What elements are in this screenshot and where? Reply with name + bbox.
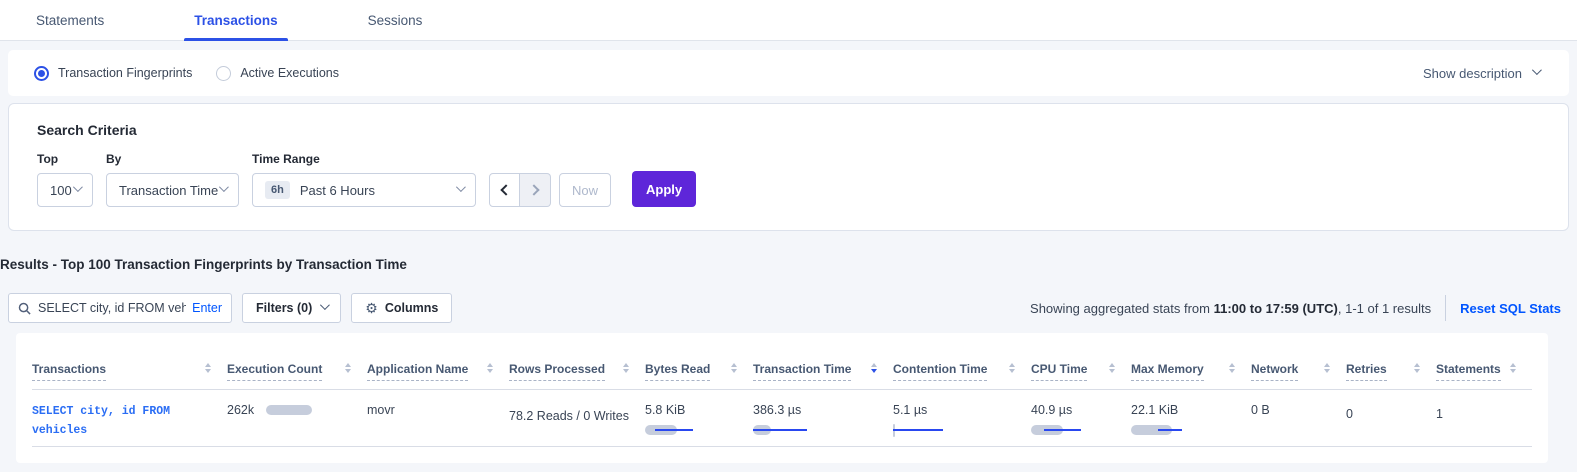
view-toggle-card: Transaction Fingerprints Active Executio…: [8, 50, 1569, 96]
results-title: Results - Top 100 Transaction Fingerprin…: [0, 257, 1577, 272]
sort-icon[interactable]: [1109, 363, 1115, 373]
search-criteria-card: Search Criteria Top 100 By Transaction T…: [8, 103, 1569, 231]
cell-statements: 1: [1436, 403, 1532, 421]
by-field: By Transaction Time: [106, 152, 239, 207]
table-header-row: Transactions Execution Count Application…: [32, 333, 1532, 390]
time-range-select[interactable]: 6h Past 6 Hours: [252, 173, 476, 207]
column-header-transaction-time: Transaction Time: [753, 362, 893, 389]
sort-icon[interactable]: [731, 363, 737, 373]
chevron-down-icon: [320, 300, 330, 310]
cpu-time-bar: [1031, 424, 1115, 436]
chevron-down-icon: [456, 182, 466, 192]
sort-icon[interactable]: [205, 363, 211, 373]
columns-label: Columns: [385, 301, 438, 315]
search-input[interactable]: [38, 301, 186, 315]
gear-icon: ⚙: [365, 300, 378, 317]
tab-sessions[interactable]: Sessions: [358, 0, 433, 40]
column-header-transactions: Transactions: [32, 362, 227, 389]
column-header-contention-time: Contention Time: [893, 362, 1031, 389]
previous-time-button[interactable]: [489, 173, 520, 207]
column-header-bytes-read: Bytes Read: [645, 362, 753, 389]
top-select[interactable]: 100: [37, 173, 93, 207]
tab-transactions[interactable]: Transactions: [184, 0, 287, 40]
radio-active-executions[interactable]: Active Executions: [216, 66, 339, 81]
column-header-retries: Retries: [1346, 362, 1436, 389]
tab-statements[interactable]: Statements: [26, 0, 114, 40]
column-header-network: Network: [1251, 362, 1346, 389]
filters-button[interactable]: Filters (0): [242, 293, 341, 323]
sort-icon[interactable]: [487, 363, 493, 373]
transaction-fingerprint-link[interactable]: SELECT city, id FROM vehicles: [32, 405, 170, 437]
time-range-value: Past 6 Hours: [300, 183, 375, 198]
time-step-buttons: [489, 173, 551, 207]
bytes-read-bar: [645, 424, 737, 436]
aggregated-stats-note: Showing aggregated stats from 11:00 to 1…: [1030, 301, 1431, 316]
transaction-time-bar: [753, 424, 877, 436]
column-header-rows-processed: Rows Processed: [509, 362, 645, 389]
filters-label: Filters (0): [256, 301, 312, 315]
max-memory-bar: [1131, 424, 1235, 436]
search-criteria-title: Search Criteria: [37, 122, 1540, 138]
cell-contention-time: 5.1 µs: [893, 403, 1031, 436]
radio-label: Transaction Fingerprints: [58, 66, 192, 80]
cell-max-memory: 22.1 KiB: [1131, 403, 1251, 436]
column-header-application-name: Application Name: [367, 362, 509, 389]
chevron-right-icon: [528, 184, 539, 195]
chevron-left-icon: [500, 184, 511, 195]
cell-transaction-time: 386.3 µs: [753, 403, 893, 436]
results-controls: Enter Filters (0) ⚙ Columns Showing aggr…: [8, 293, 1561, 323]
next-time-button[interactable]: [520, 173, 551, 207]
chevron-down-icon: [73, 182, 83, 192]
table-row: SELECT city, id FROM vehicles 262k movr …: [32, 390, 1532, 447]
cell-rows-processed: 78.2 Reads / 0 Writes: [509, 403, 645, 423]
now-button[interactable]: Now: [559, 173, 611, 207]
cell-retries: 0: [1346, 403, 1436, 421]
radio-label: Active Executions: [240, 66, 339, 80]
column-header-execution-count: Execution Count: [227, 362, 367, 389]
column-header-cpu-time: CPU Time: [1031, 362, 1131, 389]
time-range-field: Time Range 6h Past 6 Hours: [252, 152, 476, 207]
sort-icon[interactable]: [623, 363, 629, 373]
top-select-value: 100: [50, 183, 72, 198]
chevron-down-icon: [219, 182, 229, 192]
divider: [1445, 295, 1446, 321]
radio-transaction-fingerprints[interactable]: Transaction Fingerprints: [34, 66, 192, 81]
top-field: Top 100: [37, 152, 93, 207]
cell-cpu-time: 40.9 µs: [1031, 403, 1131, 436]
radio-unselected-icon: [216, 66, 231, 81]
show-description-toggle[interactable]: Show description: [1423, 66, 1539, 81]
time-range-badge: 6h: [265, 181, 290, 199]
cell-network: 0 B: [1251, 403, 1346, 417]
sort-icon[interactable]: [345, 363, 351, 373]
column-header-max-memory: Max Memory: [1131, 362, 1251, 389]
search-icon: [18, 302, 31, 315]
execution-count-bar: [266, 405, 312, 415]
cell-execution-count: 262k: [227, 403, 367, 417]
page-tabs: Statements Transactions Sessions: [0, 0, 1577, 41]
chevron-down-icon: [1532, 65, 1542, 75]
cell-bytes-read: 5.8 KiB: [645, 403, 753, 436]
radio-selected-icon: [34, 66, 49, 81]
sort-icon[interactable]: [1229, 363, 1235, 373]
top-label: Top: [37, 152, 93, 166]
sql-search-box[interactable]: Enter: [8, 293, 232, 323]
columns-button[interactable]: ⚙ Columns: [351, 293, 452, 323]
show-description-label: Show description: [1423, 66, 1522, 81]
column-header-statements: Statements: [1436, 362, 1532, 389]
search-enter-button[interactable]: Enter: [192, 301, 222, 315]
reset-sql-stats-link[interactable]: Reset SQL Stats: [1460, 301, 1561, 316]
results-table: Transactions Execution Count Application…: [16, 333, 1548, 463]
by-label: By: [106, 152, 239, 166]
by-select-value: Transaction Time: [119, 183, 218, 198]
sort-icon[interactable]: [1324, 363, 1330, 373]
sort-icon-active-desc[interactable]: [871, 363, 877, 373]
contention-time-bar: [893, 424, 1015, 436]
sort-icon[interactable]: [1009, 363, 1015, 373]
sort-icon[interactable]: [1510, 363, 1516, 373]
sort-icon[interactable]: [1414, 363, 1420, 373]
apply-button[interactable]: Apply: [632, 171, 696, 207]
time-range-label: Time Range: [252, 152, 476, 166]
cell-application-name: movr: [367, 403, 509, 417]
by-select[interactable]: Transaction Time: [106, 173, 239, 207]
